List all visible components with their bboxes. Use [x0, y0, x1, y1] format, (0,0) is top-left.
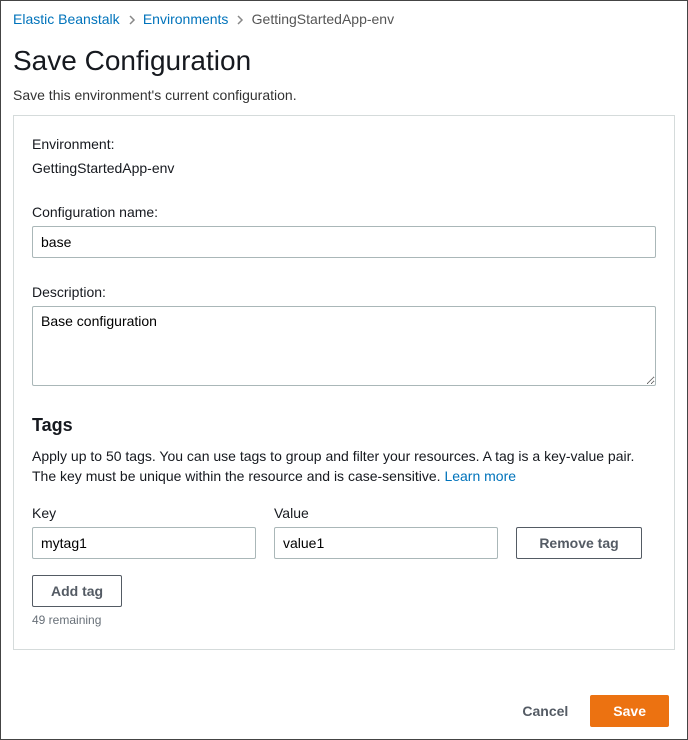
- environment-label: Environment:: [32, 136, 656, 152]
- description-textarea[interactable]: [32, 306, 656, 386]
- tag-row: Key Value Remove tag: [32, 505, 656, 559]
- tags-description: Apply up to 50 tags. You can use tags to…: [32, 446, 656, 487]
- breadcrumb-current: GettingStartedApp-env: [252, 11, 394, 27]
- description-label: Description:: [32, 284, 656, 300]
- learn-more-link[interactable]: Learn more: [444, 468, 516, 484]
- config-name-field: Configuration name:: [32, 204, 656, 258]
- page-subtitle: Save this environment's current configur…: [1, 83, 687, 113]
- cancel-button[interactable]: Cancel: [512, 697, 578, 725]
- breadcrumb-environments[interactable]: Environments: [143, 11, 229, 27]
- tags-remaining: 49 remaining: [32, 613, 656, 627]
- tags-title: Tags: [32, 415, 656, 436]
- tag-value-label: Value: [274, 505, 498, 521]
- tags-description-text: Apply up to 50 tags. You can use tags to…: [32, 448, 634, 484]
- remove-tag-button[interactable]: Remove tag: [516, 527, 642, 559]
- tag-value-column: Value: [274, 505, 498, 559]
- tag-key-label: Key: [32, 505, 256, 521]
- tag-key-input[interactable]: [32, 527, 256, 559]
- environment-value: GettingStartedApp-env: [32, 160, 656, 176]
- breadcrumb-elastic-beanstalk[interactable]: Elastic Beanstalk: [13, 11, 120, 27]
- chevron-right-icon: [124, 13, 143, 27]
- add-tag-button[interactable]: Add tag: [32, 575, 122, 607]
- footer-actions: Cancel Save: [512, 695, 669, 727]
- config-name-label: Configuration name:: [32, 204, 656, 220]
- config-name-input[interactable]: [32, 226, 656, 258]
- breadcrumb: Elastic Beanstalk Environments GettingSt…: [1, 1, 687, 39]
- save-button[interactable]: Save: [590, 695, 669, 727]
- tag-value-input[interactable]: [274, 527, 498, 559]
- config-panel: Environment: GettingStartedApp-env Confi…: [13, 115, 675, 650]
- tag-key-column: Key: [32, 505, 256, 559]
- page-title: Save Configuration: [1, 39, 687, 83]
- description-field: Description:: [32, 284, 656, 389]
- chevron-right-icon: [232, 13, 251, 27]
